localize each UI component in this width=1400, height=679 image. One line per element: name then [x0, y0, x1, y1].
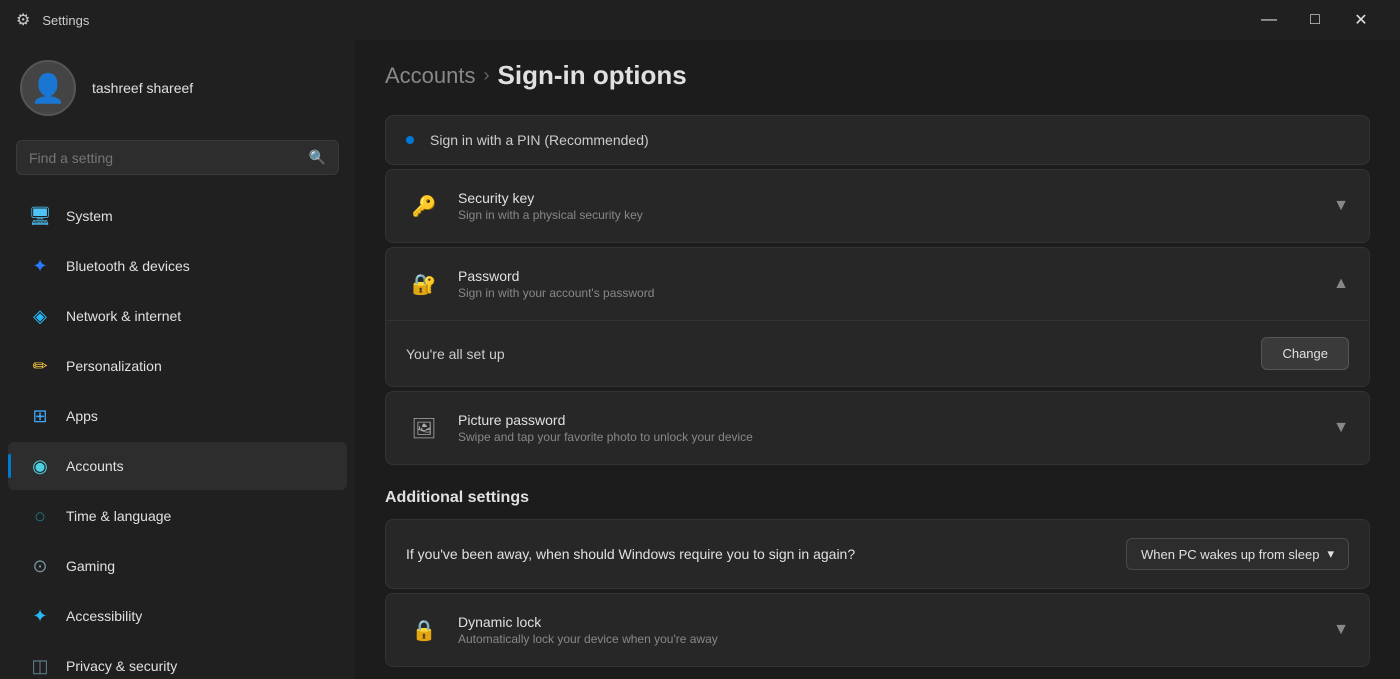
- settings-icon: ⚙: [16, 10, 30, 30]
- sidebar-item-label-personalization: Personalization: [66, 358, 162, 374]
- security-key-card: 🔑 Security key Sign in with a physical s…: [385, 169, 1370, 243]
- sidebar-item-time[interactable]: ◌ Time & language: [8, 492, 347, 540]
- additional-settings-label: Additional settings: [385, 489, 1370, 507]
- password-status: You're all set up: [406, 346, 505, 362]
- signin-dropdown[interactable]: When PC wakes up from sleep ▾: [1126, 538, 1349, 570]
- change-password-button[interactable]: Change: [1261, 337, 1349, 370]
- apps-icon: ⊞: [28, 404, 52, 428]
- sidebar-item-system[interactable]: 🖥 System: [8, 192, 347, 240]
- titlebar: ⚙ Settings — □ ✕: [0, 0, 1400, 40]
- pin-card[interactable]: Sign in with a PIN (Recommended): [385, 115, 1370, 165]
- sidebar-item-personalization[interactable]: ✏ Personalization: [8, 342, 347, 390]
- security-key-row[interactable]: 🔑 Security key Sign in with a physical s…: [386, 170, 1369, 242]
- sidebar-item-label-bluetooth: Bluetooth & devices: [66, 258, 190, 274]
- sidebar-item-privacy[interactable]: ◫ Privacy & security: [8, 642, 347, 679]
- sidebar-item-accounts[interactable]: ◉ Accounts: [8, 442, 347, 490]
- sidebar-item-label-gaming: Gaming: [66, 558, 115, 574]
- password-chevron: ▲: [1333, 275, 1349, 293]
- avatar: 👤: [20, 60, 76, 116]
- gaming-icon: ⊙: [28, 554, 52, 578]
- maximize-button[interactable]: □: [1292, 0, 1338, 40]
- breadcrumb: Accounts › Sign-in options: [385, 60, 1370, 91]
- picture-password-icon: 🖼: [406, 410, 442, 446]
- picture-password-desc: Swipe and tap your favorite photo to unl…: [458, 430, 1333, 444]
- pin-dot: [406, 136, 414, 144]
- breadcrumb-current: Sign-in options: [498, 60, 687, 91]
- sidebar-item-label-network: Network & internet: [66, 308, 181, 324]
- picture-password-text: Picture password Swipe and tap your favo…: [458, 412, 1333, 444]
- password-desc: Sign in with your account's password: [458, 286, 1333, 300]
- minimize-button[interactable]: —: [1246, 0, 1292, 40]
- accounts-icon: ◉: [28, 454, 52, 478]
- picture-password-title: Picture password: [458, 412, 1333, 428]
- picture-password-row[interactable]: 🖼 Picture password Swipe and tap your fa…: [386, 392, 1369, 464]
- dynamic-lock-desc: Automatically lock your device when you'…: [458, 632, 1333, 646]
- password-icon: 🔐: [406, 266, 442, 302]
- sidebar-item-apps[interactable]: ⊞ Apps: [8, 392, 347, 440]
- password-expanded: You're all set up Change: [386, 321, 1369, 386]
- time-icon: ◌: [28, 504, 52, 528]
- dynamic-lock-icon: 🔒: [406, 612, 442, 648]
- security-key-chevron: ▼: [1333, 197, 1349, 215]
- security-key-title: Security key: [458, 190, 1333, 206]
- dynamic-lock-title: Dynamic lock: [458, 614, 1333, 630]
- dynamic-lock-chevron: ▼: [1333, 621, 1349, 639]
- content-area: Accounts › Sign-in options Sign in with …: [355, 40, 1400, 679]
- dynamic-lock-row[interactable]: 🔒 Dynamic lock Automatically lock your d…: [386, 594, 1369, 666]
- sidebar-item-bluetooth[interactable]: ✦ Bluetooth & devices: [8, 242, 347, 290]
- picture-password-chevron: ▼: [1333, 419, 1349, 437]
- search-icon: 🔍: [309, 149, 326, 166]
- signin-dropdown-value: When PC wakes up from sleep: [1141, 547, 1319, 562]
- pin-text: Sign in with a PIN (Recommended): [430, 132, 649, 148]
- network-icon: ◈: [28, 304, 52, 328]
- signin-dropdown-chevron: ▾: [1327, 546, 1334, 562]
- sidebar-item-label-time: Time & language: [66, 508, 171, 524]
- sidebar-item-label-privacy: Privacy & security: [66, 658, 177, 674]
- security-key-desc: Sign in with a physical security key: [458, 208, 1333, 222]
- sidebar-item-accessibility[interactable]: ✦ Accessibility: [8, 592, 347, 640]
- sidebar-item-label-accounts: Accounts: [66, 458, 124, 474]
- signin-dropdown-row: If you've been away, when should Windows…: [385, 519, 1370, 589]
- security-key-icon: 🔑: [406, 188, 442, 224]
- bluetooth-icon: ✦: [28, 254, 52, 278]
- sidebar-item-label-apps: Apps: [66, 408, 98, 424]
- picture-password-card: 🖼 Picture password Swipe and tap your fa…: [385, 391, 1370, 465]
- sidebar-item-gaming[interactable]: ⊙ Gaming: [8, 542, 347, 590]
- window-controls: — □ ✕: [1246, 0, 1384, 40]
- system-icon: 🖥: [28, 204, 52, 228]
- window-title: Settings: [42, 13, 89, 28]
- password-row[interactable]: 🔐 Password Sign in with your account's p…: [386, 248, 1369, 321]
- security-key-text: Security key Sign in with a physical sec…: [458, 190, 1333, 222]
- search-input[interactable]: [29, 150, 309, 166]
- username-label: tashreef shareef: [92, 80, 193, 96]
- password-card: 🔐 Password Sign in with your account's p…: [385, 247, 1370, 387]
- password-title: Password: [458, 268, 1333, 284]
- privacy-icon: ◫: [28, 654, 52, 678]
- personalization-icon: ✏: [28, 354, 52, 378]
- user-section: 👤 tashreef shareef: [0, 40, 355, 132]
- sidebar-item-label-accessibility: Accessibility: [66, 608, 142, 624]
- sidebar-item-network[interactable]: ◈ Network & internet: [8, 292, 347, 340]
- breadcrumb-separator: ›: [484, 65, 490, 86]
- close-button[interactable]: ✕: [1338, 0, 1384, 40]
- dynamic-lock-text: Dynamic lock Automatically lock your dev…: [458, 614, 1333, 646]
- dynamic-lock-card: 🔒 Dynamic lock Automatically lock your d…: [385, 593, 1370, 667]
- sidebar: 👤 tashreef shareef 🔍 🖥 System ✦ Bluetoot…: [0, 40, 355, 679]
- sidebar-item-label-system: System: [66, 208, 113, 224]
- main-layout: 👤 tashreef shareef 🔍 🖥 System ✦ Bluetoot…: [0, 40, 1400, 679]
- signin-question: If you've been away, when should Windows…: [406, 546, 855, 562]
- accessibility-icon: ✦: [28, 604, 52, 628]
- search-box[interactable]: 🔍: [16, 140, 339, 175]
- breadcrumb-parent[interactable]: Accounts: [385, 63, 476, 89]
- password-text: Password Sign in with your account's pas…: [458, 268, 1333, 300]
